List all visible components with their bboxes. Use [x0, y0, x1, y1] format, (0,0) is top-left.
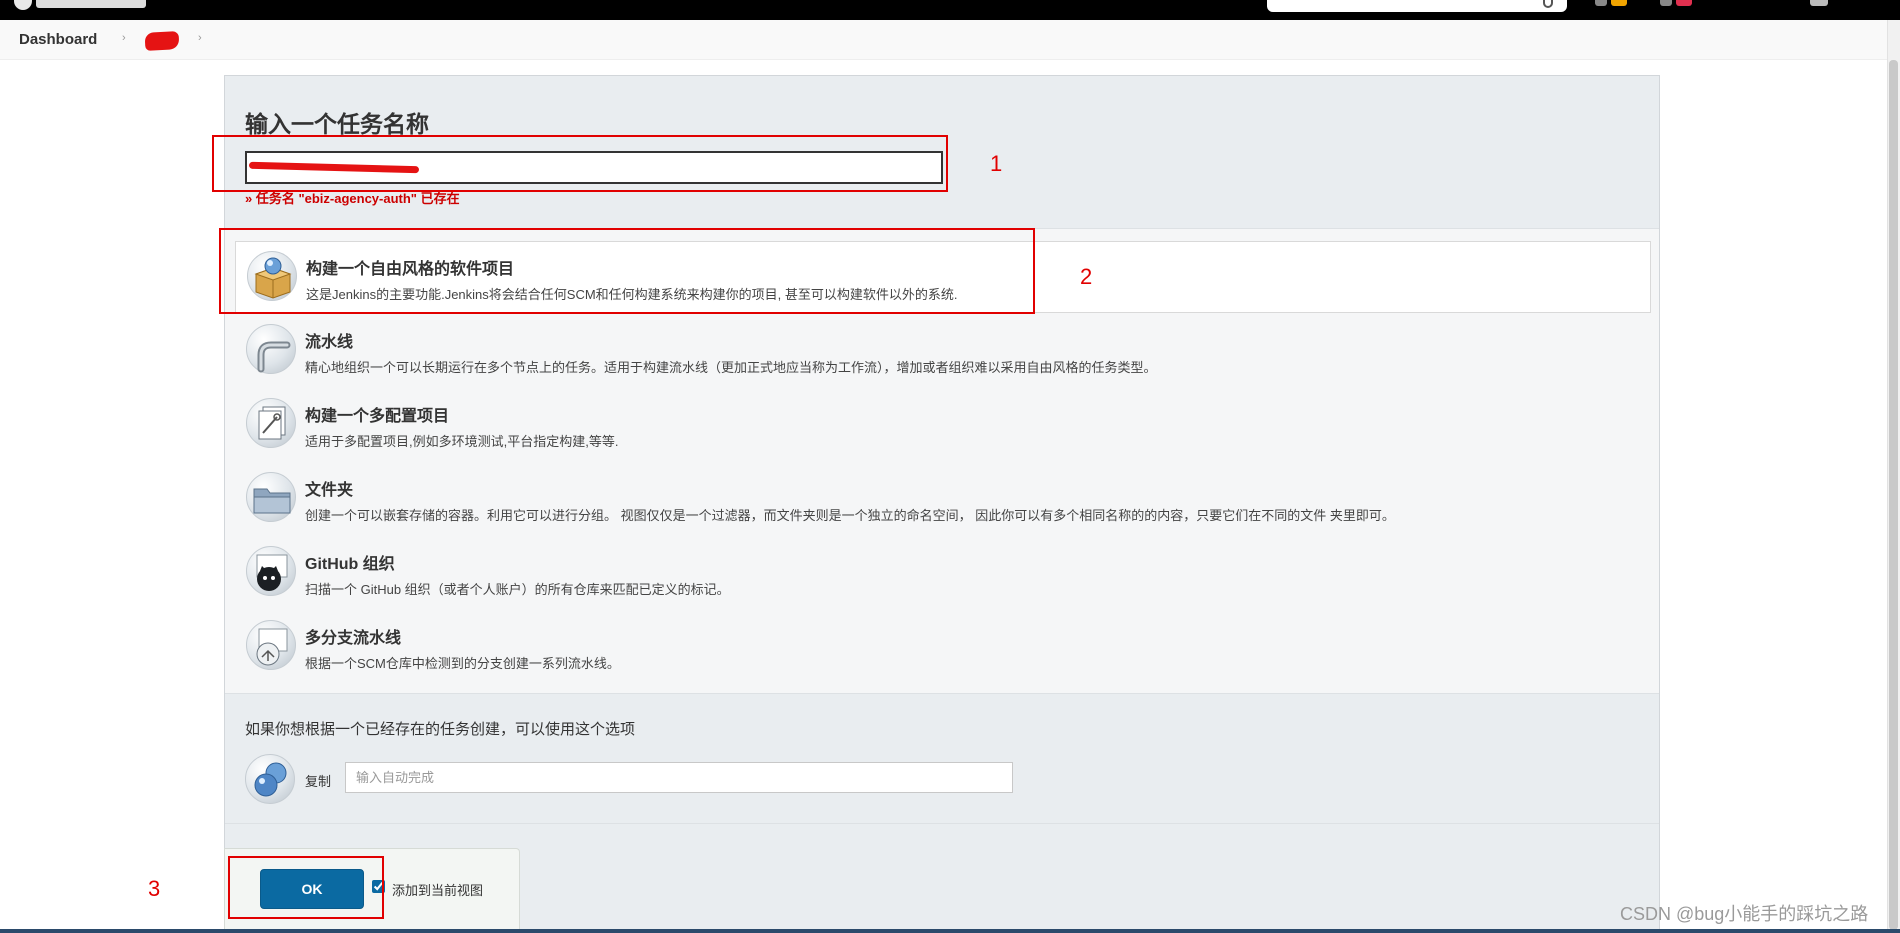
annotation-box-2: [219, 228, 1035, 314]
chevron-right-icon[interactable]: ›: [198, 32, 202, 44]
copy-from-section: 如果你想根据一个已经存在的任务创建，可以使用这个选项 复制: [225, 694, 1659, 824]
item-type-name: 文件夹: [305, 482, 354, 499]
alert-badge-icon[interactable]: [1611, 0, 1627, 6]
item-type-folder[interactable]: 文件夹 创建一个可以嵌套存储的容器。利用它可以进行分组。 视图仅仅是一个过滤器，…: [235, 463, 1651, 535]
new-item-panel: 输入一个任务名称 » 任务名 "ebiz-agency-auth" 已存在 构建…: [224, 75, 1660, 933]
item-type-multi-config[interactable]: 构建一个多配置项目 适用于多配置项目,例如多环境测试,平台指定构建,等等.: [235, 389, 1651, 461]
breadcrumb: Dashboard › ›: [0, 20, 1900, 60]
annotation-number-1: 1: [990, 151, 1003, 176]
multi-config-icon: [246, 398, 296, 448]
item-type-multibranch[interactable]: 多分支流水线 根据一个SCM仓库中检测到的分支创建一系列流水线。: [235, 611, 1651, 683]
security-icon[interactable]: [1660, 0, 1672, 6]
item-type-description: 根据一个SCM仓库中检测到的分支创建一系列流水线。: [305, 656, 620, 671]
item-type-name: 流水线: [305, 334, 354, 351]
add-to-view-label: 添加到当前视图: [392, 883, 484, 898]
pipeline-icon: [246, 324, 296, 374]
item-type-description: 创建一个可以嵌套存储的容器。利用它可以进行分组。 视图仅仅是一个过滤器，而文件夹…: [305, 508, 1395, 523]
item-type-name: 多分支流水线: [305, 630, 402, 647]
jenkins-logo-icon[interactable]: [14, 0, 32, 10]
copy-icon: [245, 754, 295, 804]
copy-from-input[interactable]: [345, 762, 1013, 793]
item-type-github-org[interactable]: GitHub 组织 扫描一个 GitHub 组织（或者个人账户）的所有仓库来匹配…: [235, 537, 1651, 609]
copy-label: 复制: [305, 774, 332, 789]
watermark: CSDN @bug小能手的踩坑之路: [1620, 904, 1869, 924]
user-menu-icon[interactable]: [1810, 0, 1828, 6]
taskbar-edge: [0, 929, 1900, 933]
breadcrumb-redacted-item[interactable]: [144, 31, 180, 51]
item-type-name: GitHub 组织: [305, 556, 395, 573]
item-type-description: 精心地组织一个可以长期运行在多个节点上的任务。适用于构建流水线（更加正式地应当称…: [305, 360, 1157, 375]
github-octocat-icon: [246, 546, 296, 596]
folder-icon: [246, 472, 296, 522]
copy-section-title: 如果你想根据一个已经存在的任务创建，可以使用这个选项: [245, 721, 636, 738]
notification-icon[interactable]: [1595, 0, 1607, 6]
breadcrumb-dashboard[interactable]: Dashboard: [19, 31, 97, 48]
jenkins-logo-text[interactable]: [36, 0, 146, 8]
search-input[interactable]: [1267, 0, 1567, 12]
item-type-description: 扫描一个 GitHub 组织（或者个人账户）的所有仓库来匹配已定义的标记。: [305, 582, 730, 597]
warning-badge-icon[interactable]: [1676, 0, 1692, 6]
search-icon: [1543, 0, 1553, 8]
annotation-box-1: [212, 135, 948, 192]
annotation-number-2: 2: [1080, 264, 1093, 289]
header-bar: [0, 0, 1900, 20]
item-type-pipeline[interactable]: 流水线 精心地组织一个可以长期运行在多个节点上的任务。适用于构建流水线（更加正式…: [235, 315, 1651, 387]
scrollbar-thumb[interactable]: [1889, 60, 1898, 930]
annotation-number-3: 3: [148, 876, 161, 901]
item-type-name: 构建一个多配置项目: [305, 408, 450, 425]
item-type-description: 适用于多配置项目,例如多环境测试,平台指定构建,等等.: [305, 434, 619, 449]
multibranch-icon: [246, 620, 296, 670]
chevron-right-icon[interactable]: ›: [122, 32, 126, 44]
annotation-box-3: [228, 856, 384, 919]
item-name-title: 输入一个任务名称: [245, 111, 429, 137]
